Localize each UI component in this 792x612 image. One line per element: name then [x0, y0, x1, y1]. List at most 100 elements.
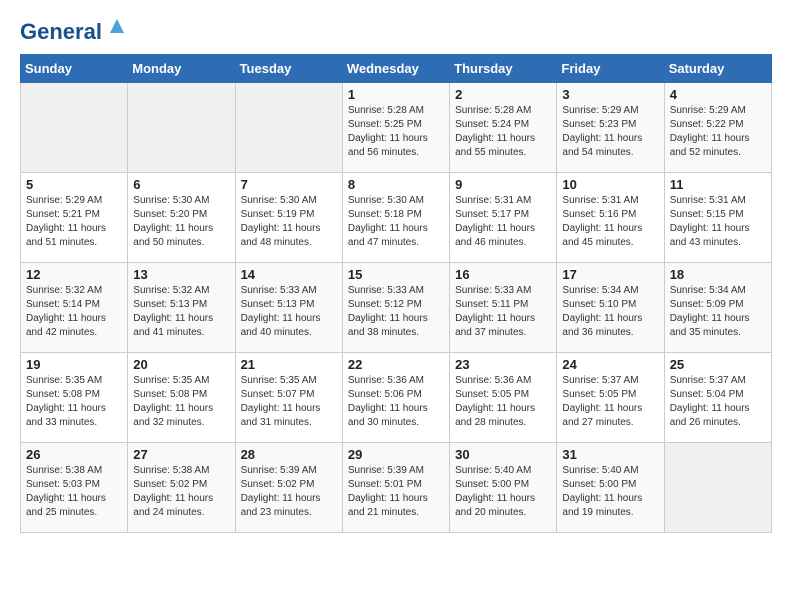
calendar-table: SundayMondayTuesdayWednesdayThursdayFrid…	[20, 54, 772, 533]
day-number: 20	[133, 357, 229, 372]
calendar-cell: 13 Sunrise: 5:32 AMSunset: 5:13 PMDayligh…	[128, 263, 235, 353]
day-of-week-header: Friday	[557, 55, 664, 83]
day-number: 11	[670, 177, 766, 192]
cell-info: Sunrise: 5:37 AMSunset: 5:04 PMDaylight:…	[670, 374, 766, 430]
day-number: 30	[455, 447, 551, 462]
calendar-cell: 6 Sunrise: 5:30 AMSunset: 5:20 PMDaylight…	[128, 173, 235, 263]
day-number: 6	[133, 177, 229, 192]
cell-info: Sunrise: 5:33 AMSunset: 5:12 PMDaylight:…	[348, 284, 444, 340]
logo-icon	[106, 15, 128, 37]
day-of-week-header: Sunday	[21, 55, 128, 83]
day-number: 19	[26, 357, 122, 372]
day-of-week-header: Wednesday	[342, 55, 449, 83]
cell-info: Sunrise: 5:35 AMSunset: 5:08 PMDaylight:…	[26, 374, 122, 430]
day-number: 29	[348, 447, 444, 462]
day-number: 28	[241, 447, 337, 462]
cell-info: Sunrise: 5:30 AMSunset: 5:18 PMDaylight:…	[348, 194, 444, 250]
cell-info: Sunrise: 5:29 AMSunset: 5:22 PMDaylight:…	[670, 104, 766, 160]
day-number: 2	[455, 87, 551, 102]
cell-info: Sunrise: 5:33 AMSunset: 5:11 PMDaylight:…	[455, 284, 551, 340]
calendar-cell: 25 Sunrise: 5:37 AMSunset: 5:04 PMDayligh…	[664, 353, 771, 443]
calendar-cell: 8Sunrise: 5:30 AMSunset: 5:18 PMDaylight…	[342, 173, 449, 263]
calendar-cell: 3 Sunrise: 5:29 AMSunset: 5:23 PMDaylight…	[557, 83, 664, 173]
cell-info: Sunrise: 5:40 AMSunset: 5:00 PMDaylight:…	[455, 464, 551, 520]
day-number: 16	[455, 267, 551, 282]
cell-info: Sunrise: 5:39 AMSunset: 5:02 PMDaylight:…	[241, 464, 337, 520]
calendar-cell	[21, 83, 128, 173]
calendar-cell: 12 Sunrise: 5:32 AMSunset: 5:14 PMDayligh…	[21, 263, 128, 353]
day-number: 7	[241, 177, 337, 192]
day-number: 3	[562, 87, 658, 102]
cell-info: Sunrise: 5:31 AMSunset: 5:16 PMDaylight:…	[562, 194, 658, 250]
cell-info: Sunrise: 5:36 AMSunset: 5:06 PMDaylight:…	[348, 374, 444, 430]
cell-info: Sunrise: 5:29 AMSunset: 5:23 PMDaylight:…	[562, 104, 658, 160]
day-number: 1	[348, 87, 444, 102]
day-number: 23	[455, 357, 551, 372]
cell-info: Sunrise: 5:32 AMSunset: 5:13 PMDaylight:…	[133, 284, 229, 340]
day-number: 25	[670, 357, 766, 372]
day-number: 24	[562, 357, 658, 372]
calendar-header: SundayMondayTuesdayWednesdayThursdayFrid…	[21, 55, 772, 83]
day-number: 4	[670, 87, 766, 102]
calendar-cell: 23 Sunrise: 5:36 AMSunset: 5:05 PMDayligh…	[450, 353, 557, 443]
cell-info: Sunrise: 5:29 AMSunset: 5:21 PMDaylight:…	[26, 194, 122, 250]
day-number: 14	[241, 267, 337, 282]
calendar-cell: 30 Sunrise: 5:40 AMSunset: 5:00 PMDayligh…	[450, 443, 557, 533]
day-of-week-header: Tuesday	[235, 55, 342, 83]
calendar-cell: 21Sunrise: 5:35 AMSunset: 5:07 PMDayligh…	[235, 353, 342, 443]
day-number: 18	[670, 267, 766, 282]
day-number: 22	[348, 357, 444, 372]
calendar-cell: 2 Sunrise: 5:28 AMSunset: 5:24 PMDaylight…	[450, 83, 557, 173]
cell-info: Sunrise: 5:39 AMSunset: 5:01 PMDaylight:…	[348, 464, 444, 520]
logo-text: General	[20, 20, 102, 44]
day-of-week-header: Monday	[128, 55, 235, 83]
calendar-cell: 22 Sunrise: 5:36 AMSunset: 5:06 PMDayligh…	[342, 353, 449, 443]
calendar-cell: 28 Sunrise: 5:39 AMSunset: 5:02 PMDayligh…	[235, 443, 342, 533]
calendar-cell: 24Sunrise: 5:37 AMSunset: 5:05 PMDayligh…	[557, 353, 664, 443]
day-of-week-header: Saturday	[664, 55, 771, 83]
calendar-cell: 15 Sunrise: 5:33 AMSunset: 5:12 PMDayligh…	[342, 263, 449, 353]
calendar-cell: 27 Sunrise: 5:38 AMSunset: 5:02 PMDayligh…	[128, 443, 235, 533]
day-number: 12	[26, 267, 122, 282]
calendar-cell	[664, 443, 771, 533]
day-number: 9	[455, 177, 551, 192]
cell-info: Sunrise: 5:35 AMSunset: 5:08 PMDaylight:…	[133, 374, 229, 430]
calendar-cell: 1 Sunrise: 5:28 AMSunset: 5:25 PMDaylight…	[342, 83, 449, 173]
calendar-cell: 26 Sunrise: 5:38 AMSunset: 5:03 PMDayligh…	[21, 443, 128, 533]
day-number: 26	[26, 447, 122, 462]
cell-info: Sunrise: 5:31 AMSunset: 5:17 PMDaylight:…	[455, 194, 551, 250]
cell-info: Sunrise: 5:31 AMSunset: 5:15 PMDaylight:…	[670, 194, 766, 250]
calendar-cell: 7Sunrise: 5:30 AMSunset: 5:19 PMDaylight…	[235, 173, 342, 263]
cell-info: Sunrise: 5:38 AMSunset: 5:03 PMDaylight:…	[26, 464, 122, 520]
page-header: General	[20, 20, 772, 44]
calendar-cell: 9 Sunrise: 5:31 AMSunset: 5:17 PMDaylight…	[450, 173, 557, 263]
cell-info: Sunrise: 5:30 AMSunset: 5:20 PMDaylight:…	[133, 194, 229, 250]
calendar-cell: 5 Sunrise: 5:29 AMSunset: 5:21 PMDaylight…	[21, 173, 128, 263]
cell-info: Sunrise: 5:34 AMSunset: 5:09 PMDaylight:…	[670, 284, 766, 340]
cell-info: Sunrise: 5:32 AMSunset: 5:14 PMDaylight:…	[26, 284, 122, 340]
day-number: 31	[562, 447, 658, 462]
day-number: 27	[133, 447, 229, 462]
calendar-cell: 18 Sunrise: 5:34 AMSunset: 5:09 PMDayligh…	[664, 263, 771, 353]
calendar-cell	[235, 83, 342, 173]
cell-info: Sunrise: 5:33 AMSunset: 5:13 PMDaylight:…	[241, 284, 337, 340]
calendar-cell: 29 Sunrise: 5:39 AMSunset: 5:01 PMDayligh…	[342, 443, 449, 533]
day-number: 5	[26, 177, 122, 192]
day-number: 15	[348, 267, 444, 282]
calendar-cell: 4 Sunrise: 5:29 AMSunset: 5:22 PMDaylight…	[664, 83, 771, 173]
calendar-cell: 11 Sunrise: 5:31 AMSunset: 5:15 PMDayligh…	[664, 173, 771, 263]
day-number: 17	[562, 267, 658, 282]
calendar-cell: 14 Sunrise: 5:33 AMSunset: 5:13 PMDayligh…	[235, 263, 342, 353]
cell-info: Sunrise: 5:36 AMSunset: 5:05 PMDaylight:…	[455, 374, 551, 430]
calendar-cell: 19 Sunrise: 5:35 AMSunset: 5:08 PMDayligh…	[21, 353, 128, 443]
day-number: 21	[241, 357, 337, 372]
cell-info: Sunrise: 5:38 AMSunset: 5:02 PMDaylight:…	[133, 464, 229, 520]
cell-info: Sunrise: 5:28 AMSunset: 5:24 PMDaylight:…	[455, 104, 551, 160]
calendar-cell: 17 Sunrise: 5:34 AMSunset: 5:10 PMDayligh…	[557, 263, 664, 353]
day-number: 13	[133, 267, 229, 282]
cell-info: Sunrise: 5:34 AMSunset: 5:10 PMDaylight:…	[562, 284, 658, 340]
cell-info: Sunrise: 5:28 AMSunset: 5:25 PMDaylight:…	[348, 104, 444, 160]
calendar-cell: 10 Sunrise: 5:31 AMSunset: 5:16 PMDayligh…	[557, 173, 664, 263]
day-number: 10	[562, 177, 658, 192]
cell-info: Sunrise: 5:40 AMSunset: 5:00 PMDaylight:…	[562, 464, 658, 520]
